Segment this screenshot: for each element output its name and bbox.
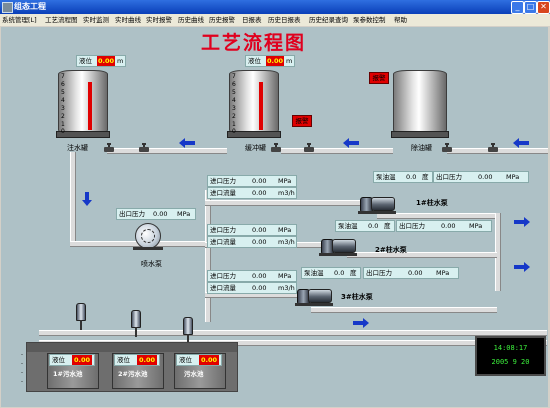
valve-1[interactable] <box>104 143 114 152</box>
tank3-name: 除油罐 <box>411 144 432 152</box>
pump1-inlet-flow: 进口流量 0.00 m3/h <box>207 187 297 199</box>
tank2-name: 缓冲罐 <box>245 144 266 152</box>
spray-pump-name: 喷水泵 <box>141 260 162 268</box>
spray-pump-base <box>133 247 163 250</box>
valve-6[interactable] <box>488 143 498 152</box>
pump2-oil-temp: 泵油温 0.0 度 <box>335 220 395 232</box>
process-canvas: 工艺流程图 76 54 32 10 液位 0.00 m 注水罐 7 6 5 4 … <box>1 27 548 407</box>
flow-arrow-left-3 <box>513 138 529 148</box>
pump3-inlet-pressure: 进口压力 0.00 MPa <box>207 270 297 282</box>
pump1-body[interactable] <box>371 197 395 211</box>
digital-clock: 14:08:17 2005 9 20 <box>475 336 546 376</box>
pool3-pump-motor[interactable] <box>183 317 193 344</box>
tank1-name: 注水罐 <box>67 144 88 152</box>
valve-2[interactable] <box>139 143 149 152</box>
flow-arrow-down <box>82 192 92 206</box>
maximize-button[interactable]: □ <box>524 1 537 14</box>
pump2-inlet-flow: 进口流量 0.00 m3/h <box>207 236 297 248</box>
pipe-tank2-tank3 <box>281 148 393 154</box>
tank2-level-readout: 液位 0.00 m <box>245 55 295 67</box>
clock-date: 2005 9 20 <box>491 358 530 366</box>
pool3-name: 污水池 <box>184 370 204 378</box>
menu-history-curve[interactable]: 历史曲线 <box>178 14 204 26</box>
pipe-tank1-tank2 <box>107 148 227 154</box>
pipe-tank1-down <box>70 152 76 245</box>
window-title: 组态工程 <box>14 2 46 11</box>
menu-bar: 系统管理[L] 工艺流程图 实时监测 实时曲线 实时报警 历史曲线 历史报警 日… <box>0 14 550 26</box>
pump2-base <box>319 253 357 256</box>
spray-pump-outlet-pressure: 出口压力 0.00 MPa <box>116 208 196 220</box>
flow-arrow-right-1 <box>514 217 530 227</box>
menu-daily-report[interactable]: 日报表 <box>242 14 262 26</box>
pump2-outlet-pressure: 出口压力 0.00 MPa <box>396 220 492 232</box>
pump3-body[interactable] <box>308 289 332 303</box>
pool-top <box>27 343 237 352</box>
spray-pump[interactable] <box>135 223 161 249</box>
menu-process-diagram[interactable]: 工艺流程图 <box>45 14 78 26</box>
tank1-level-bar <box>88 82 92 130</box>
pump1-name: 1#柱水泵 <box>416 199 448 207</box>
pump1-oil-temp: 泵油温 0.0 度 <box>373 171 433 183</box>
pump3-outlet-pressure: 出口压力 0.00 MPa <box>363 267 459 279</box>
pump3-oil-temp: 泵油温 0.0 度 <box>301 267 361 279</box>
flow-arrow-right-2 <box>514 262 530 272</box>
diagram-title: 工艺流程图 <box>201 32 307 54</box>
tank2-level-bar <box>259 82 263 130</box>
menu-realtime-monitor[interactable]: 实时监测 <box>83 14 109 26</box>
pump2-name: 2#柱水泵 <box>375 246 407 254</box>
pool2-name: 2#污水池 <box>118 370 148 378</box>
app-icon <box>2 2 13 13</box>
menu-system[interactable]: 系统管理[L] <box>2 14 37 26</box>
tank2-scale: 76 54 32 10 <box>232 73 236 135</box>
tank2-alarm-indicator: 报警 <box>292 115 312 127</box>
pipe-pool-header <box>39 330 547 336</box>
pool2-pump-motor[interactable] <box>131 310 141 337</box>
menu-history-query[interactable]: 历史纪录查询 <box>309 14 348 26</box>
pool1-pump-motor[interactable] <box>76 303 86 330</box>
close-button[interactable]: ✕ <box>537 1 550 14</box>
pool1-level-readout: 液位 0.00 <box>49 354 95 366</box>
flow-arrow-right-3 <box>353 318 369 328</box>
flow-arrow-left-2 <box>343 138 359 148</box>
fan-icon <box>141 229 155 243</box>
menu-history-daily-report[interactable]: 历史日报表 <box>268 14 301 26</box>
oil-removal-tank[interactable] <box>393 70 447 134</box>
pump3-name: 3#柱水泵 <box>341 293 373 301</box>
flow-arrow-left-1 <box>179 138 195 148</box>
pool3-level-readout: 液位 0.00 <box>176 354 222 366</box>
tank3-base <box>391 131 449 138</box>
pump1-inlet-pressure: 进口压力 0.00 MPa <box>207 175 297 187</box>
minimize-button[interactable]: _ <box>511 1 524 14</box>
pipe-pump2-out <box>347 252 497 258</box>
menu-realtime-curve[interactable]: 实时曲线 <box>115 14 141 26</box>
tank1-scale: 76 54 32 10 <box>61 73 65 135</box>
pool-scale: ---- <box>21 352 23 385</box>
menu-history-alarm[interactable]: 历史报警 <box>209 14 235 26</box>
menu-pump-control[interactable]: 泵参数控制 <box>353 14 386 26</box>
valve-4[interactable] <box>304 143 314 152</box>
tank1-level-readout: 液位 0.00 m <box>76 55 126 67</box>
pump3-inlet-flow: 进口流量 0.00 m3/h <box>207 282 297 294</box>
title-bar: 组态工程 _ □ ✕ <box>0 0 550 14</box>
menu-realtime-alarm[interactable]: 实时报警 <box>146 14 172 26</box>
clock-time: 14:08:17 <box>493 344 528 352</box>
pipe-header-main <box>205 190 211 322</box>
valve-3[interactable] <box>271 143 281 152</box>
pump1-base <box>358 211 396 214</box>
tank3-alarm-indicator: 报警 <box>369 72 389 84</box>
app-window: 组态工程 _ □ ✕ 系统管理[L] 工艺流程图 实时监测 实时曲线 实时报警 … <box>0 0 550 408</box>
pool2-level-readout: 液位 0.00 <box>114 354 160 366</box>
pump1-outlet-pressure: 出口压力 0.00 MPa <box>433 171 529 183</box>
pump2-inlet-pressure: 进口压力 0.00 MPa <box>207 224 297 236</box>
pipe-pump3-out <box>311 307 497 313</box>
pump3-base <box>295 303 333 306</box>
pool1-name: 1#污水池 <box>53 370 83 378</box>
pump2-body[interactable] <box>332 239 356 253</box>
menu-help[interactable]: 帮助 <box>394 14 407 26</box>
pipe-to-pump1 <box>205 200 367 206</box>
valve-5[interactable] <box>442 143 452 152</box>
